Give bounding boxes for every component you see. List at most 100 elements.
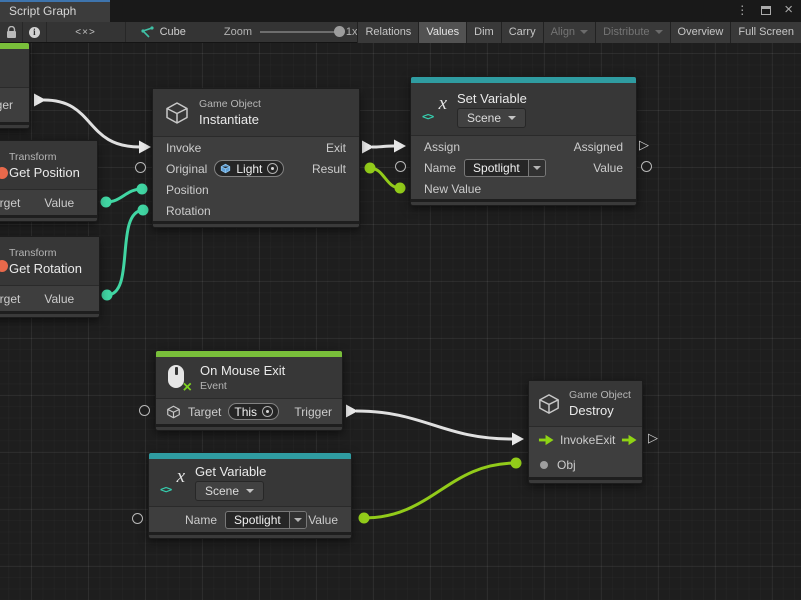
invoke-input-port[interactable] — [139, 141, 151, 154]
node-get-variable[interactable]: x <> Get Variable Scene Name Spotlight — [148, 452, 352, 539]
chevron-down-icon — [533, 166, 541, 170]
exit-label: Exit — [595, 433, 615, 447]
original-object-field[interactable]: Light — [214, 160, 284, 177]
original-row: Original Light Result — [153, 158, 359, 179]
wire-trigger-to-destroy[interactable] — [356, 411, 512, 439]
maximize-icon[interactable] — [761, 6, 771, 15]
partial-event-port-row: Trigger — [0, 88, 29, 122]
trigger-output-port[interactable] — [34, 94, 46, 107]
target-object-field[interactable]: This — [228, 403, 279, 420]
object-picker-icon[interactable] — [262, 406, 273, 417]
original-input-ring[interactable] — [135, 162, 146, 173]
node-get-rotation[interactable]: Transform Get Rotation Target Value — [0, 236, 100, 318]
code-icon: <×> — [75, 27, 96, 38]
lock-button[interactable] — [0, 22, 22, 42]
object-picker-icon[interactable] — [267, 163, 278, 174]
exit-output-port[interactable] — [362, 141, 374, 154]
node-partial-event[interactable]: Trigger — [0, 43, 30, 129]
variable-scope-dropdown[interactable]: Scene — [457, 108, 526, 128]
overview-button[interactable]: Overview — [670, 22, 731, 43]
newvalue-input-port[interactable] — [395, 183, 406, 194]
obj-input-port[interactable] — [511, 458, 522, 469]
position-label: Position — [166, 183, 209, 197]
prefab-cube-icon — [220, 163, 231, 174]
wire-value-to-obj[interactable] — [364, 463, 516, 518]
name-value: Spotlight — [465, 160, 528, 176]
destroy-invoke-port[interactable] — [512, 433, 524, 446]
chevron-down-icon — [294, 518, 302, 522]
assigned-label: Assigned — [574, 140, 623, 154]
variable-icon: x <> — [422, 96, 448, 123]
mouseexit-target-ring[interactable] — [139, 405, 150, 416]
carry-button[interactable]: Carry — [501, 22, 543, 43]
result-label: Result — [312, 162, 346, 176]
wire-rotation[interactable] — [107, 210, 143, 295]
get-position-port-row: Target Value — [0, 190, 97, 215]
result-output-port[interactable] — [365, 163, 376, 174]
dropdown-button[interactable] — [289, 512, 306, 528]
setvariable-name-ring[interactable] — [395, 161, 406, 172]
edit-script-button[interactable]: <×> — [47, 22, 125, 42]
relations-button[interactable]: Relations — [357, 22, 418, 43]
fullscreen-button[interactable]: Full Screen — [730, 22, 801, 43]
align-button[interactable]: Align — [543, 22, 595, 43]
invoke-exit-row: Invoke Exit — [529, 427, 642, 452]
value-label: Value — [44, 292, 74, 306]
tab-bar: Script Graph ⋮ × — [0, 0, 801, 22]
variable-icon: x <> — [160, 469, 186, 496]
values-button[interactable]: Values — [418, 22, 466, 43]
zoom-slider[interactable] — [260, 22, 342, 42]
position-row: Position — [153, 179, 359, 200]
set-variable-header: x <> Set Variable Scene — [411, 83, 636, 136]
variable-scope-dropdown[interactable]: Scene — [195, 481, 264, 501]
game-object-icon — [537, 393, 561, 415]
get-rotation-value-port[interactable] — [102, 290, 113, 301]
name-value: Spotlight — [226, 512, 289, 528]
getvariable-name-ring[interactable] — [132, 513, 143, 524]
assigned-output-port[interactable]: ▷ — [639, 139, 649, 152]
wire-position[interactable] — [106, 189, 142, 202]
get-position-value-port[interactable] — [101, 197, 112, 208]
close-icon[interactable]: × — [784, 5, 793, 15]
name-value-row: Name Spotlight Value — [149, 507, 351, 532]
node-get-position[interactable]: Transform Get Position Target Value — [0, 140, 98, 222]
node-category: Transform — [9, 151, 80, 163]
dropdown-button[interactable] — [528, 160, 545, 176]
graph-canvas[interactable]: Trigger Transform Get Position Target Va… — [0, 43, 801, 600]
rotation-input-port[interactable] — [138, 205, 149, 216]
new-value-row: New Value — [411, 178, 636, 199]
target-label: Target — [0, 196, 20, 210]
name-label: Name — [424, 161, 456, 175]
zoom-slider-handle[interactable] — [334, 26, 345, 37]
breadcrumb[interactable]: Cube — [140, 26, 186, 39]
tab-script-graph[interactable]: Script Graph — [0, 0, 110, 22]
value-label: Value — [593, 161, 623, 175]
variable-name-dropdown[interactable]: Spotlight — [225, 511, 307, 529]
obj-port-icon — [540, 461, 548, 469]
wire-exit-to-assign[interactable] — [372, 146, 394, 147]
mouseexit-trigger-port[interactable] — [346, 405, 358, 418]
getvariable-value-port[interactable] — [359, 513, 370, 524]
info-button[interactable]: i — [23, 22, 45, 42]
rotation-row: Rotation — [153, 200, 359, 221]
node-destroy[interactable]: Game Object Destroy Invoke Exit Obj — [528, 380, 643, 484]
node-footer — [0, 122, 29, 128]
node-on-mouse-exit[interactable]: × On Mouse Exit Event Target This Trigge… — [155, 350, 343, 431]
get-variable-header: x <> Get Variable Scene — [149, 459, 351, 507]
dim-button[interactable]: Dim — [466, 22, 501, 43]
position-input-port[interactable] — [137, 184, 148, 195]
variable-name-dropdown[interactable]: Spotlight — [464, 159, 546, 177]
value-label: Value — [308, 513, 338, 527]
node-footer — [411, 199, 636, 205]
node-set-variable[interactable]: x <> Set Variable Scene Assign Assigned … — [410, 76, 637, 206]
assign-input-port[interactable] — [394, 140, 406, 153]
menu-icon[interactable]: ⋮ — [736, 3, 748, 17]
info-icon: i — [29, 27, 40, 38]
setvariable-value-ring[interactable] — [641, 161, 652, 172]
invoke-row: Invoke Exit — [153, 137, 359, 158]
node-instantiate[interactable]: Game Object Instantiate Invoke Exit Orig… — [152, 88, 360, 228]
destroy-exit-port[interactable]: ▷ — [648, 432, 658, 445]
target-value: This — [234, 405, 257, 419]
zoom-slider-track[interactable] — [260, 31, 342, 33]
distribute-button[interactable]: Distribute — [595, 22, 669, 43]
